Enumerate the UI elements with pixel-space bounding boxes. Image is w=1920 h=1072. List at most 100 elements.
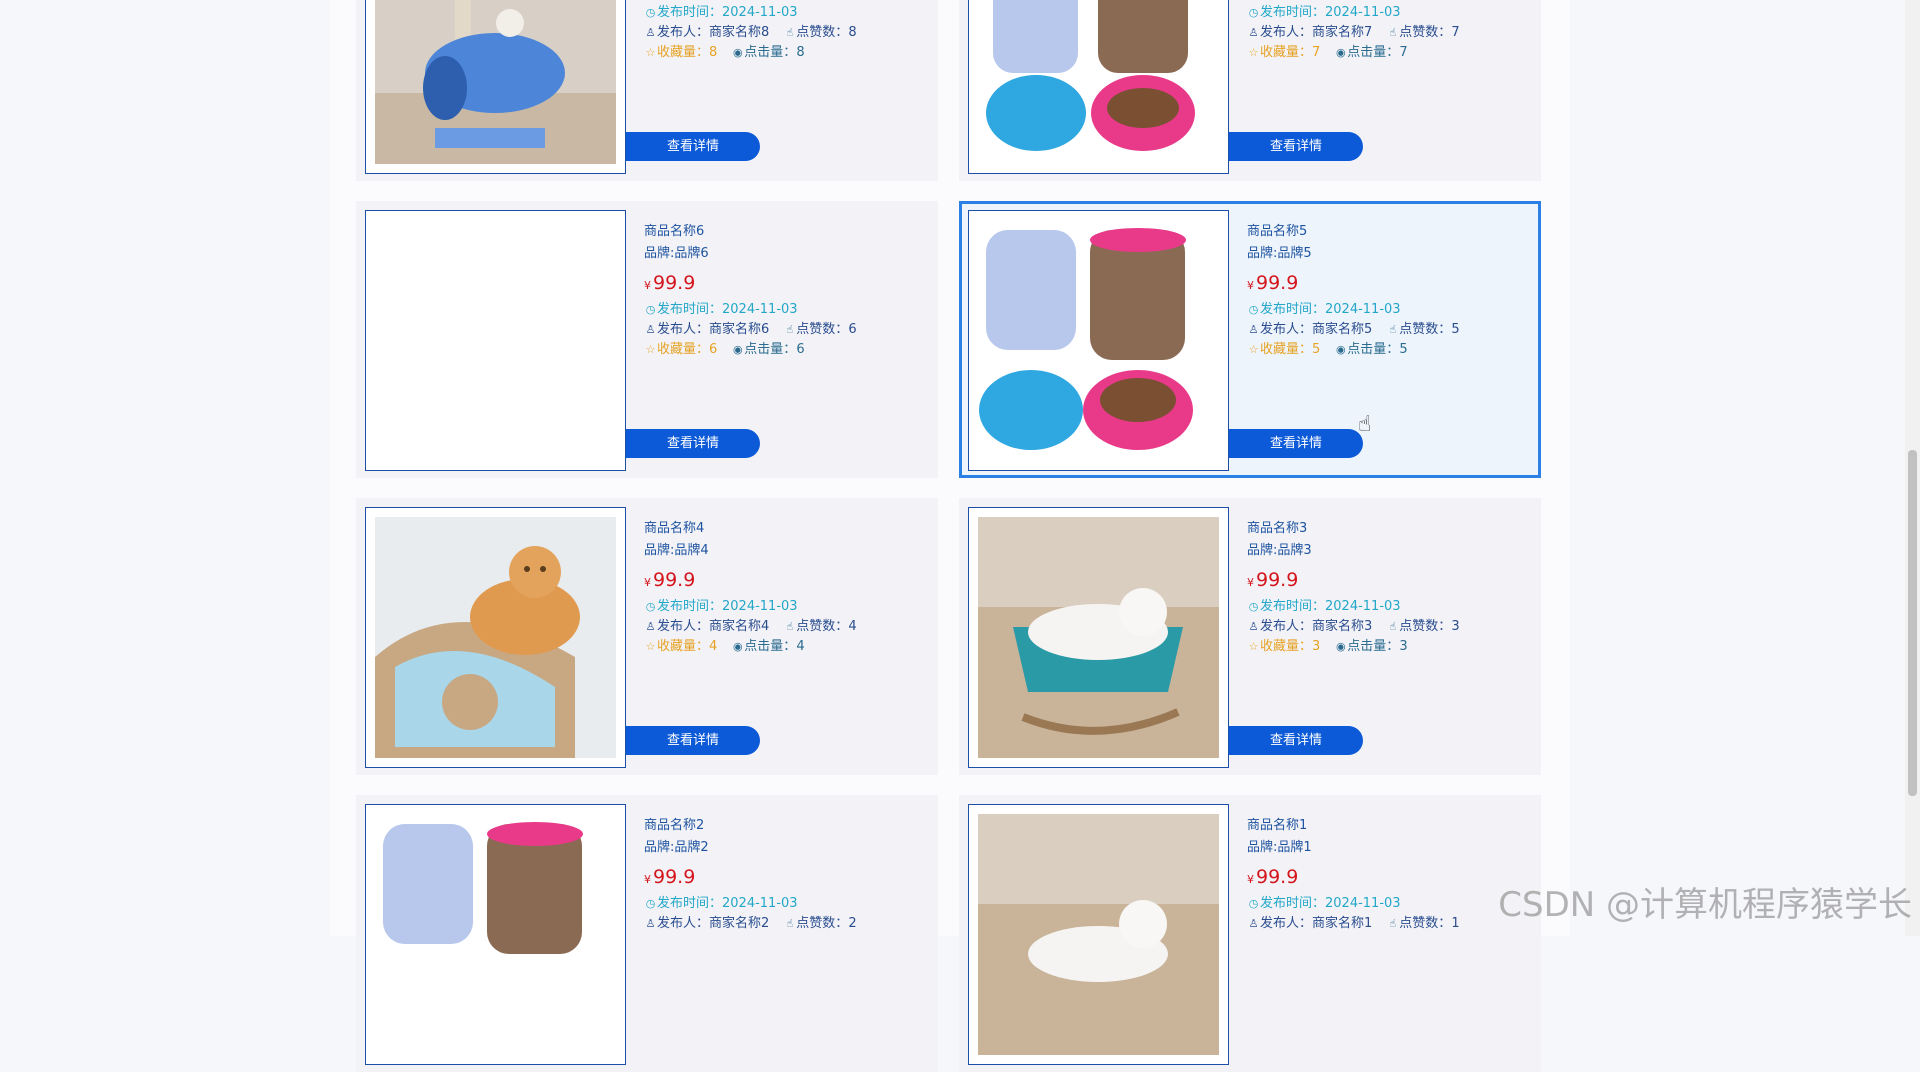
publish-time-row: ◷ 发布时间：2024-11-03 (644, 597, 934, 617)
product-card[interactable]: 商品名称1 品牌:品牌1 ¥99.9 ◷ 发布时间：2024-11-03 ♙ 发布人… (959, 795, 1541, 1072)
thumb-up-icon: ☝ (1389, 323, 1397, 336)
publisher-row: ♙ 发布人：商家名称7 ☝ 点赞数：7 (1247, 23, 1537, 43)
star-icon: ☆ (1248, 343, 1259, 356)
product-image[interactable] (968, 210, 1229, 471)
product-info: 商品名称1 品牌:品牌1 ¥99.9 ◷ 发布时间：2024-11-03 ♙ 发布人… (1247, 815, 1537, 934)
eye-icon: ◉ (732, 343, 743, 356)
view-detail-button[interactable]: 查看详情 (626, 429, 760, 458)
product-image[interactable] (968, 507, 1229, 768)
product-name[interactable]: 商品名称6 (644, 221, 934, 243)
clock-icon: ◷ (1248, 600, 1259, 613)
user-icon: ♙ (1248, 26, 1259, 39)
clock-icon: ◷ (1248, 303, 1259, 316)
product-image[interactable] (968, 804, 1229, 1065)
stats-row: ☆ 收藏量：4 ◉ 点击量：4 (644, 637, 934, 657)
product-name[interactable]: 商品名称3 (1247, 518, 1537, 540)
publish-time-row: ◷ 发布时间：2024-11-03 (1247, 300, 1537, 320)
product-name[interactable]: 商品名称4 (644, 518, 934, 540)
pet-feeder-image (978, 0, 1219, 164)
product-brand: 品牌:品牌6 (644, 246, 709, 261)
product-card[interactable]: 商品名称5 品牌:品牌5 ¥99.9 ◷ 发布时间：2024-11-03 ♙ 发布人… (959, 201, 1541, 478)
publisher-row: ♙ 发布人：商家名称3 ☝ 点赞数：3 (1247, 617, 1537, 637)
product-card[interactable]: 商品名称2 品牌:品牌2 ¥99.9 ◷ 发布时间：2024-11-03 ♙ 发布人… (356, 795, 938, 1072)
product-brand: 品牌:品牌1 (1247, 840, 1312, 855)
view-detail-button[interactable]: 查看详情 (626, 132, 760, 161)
product-info: 商品名称2 品牌:品牌2 ¥99.9 ◷ 发布时间：2024-11-03 ♙ 发布人… (644, 815, 934, 934)
publisher-row: ♙ 发布人：商家名称2 ☝ 点赞数：2 (644, 914, 934, 934)
eye-icon: ◉ (732, 640, 743, 653)
product-image[interactable] (968, 0, 1229, 174)
product-list-page: ◷ 发布时间：2024-11-03 ♙ 发布人：商家名称8 ☝ 点赞数：8 ☆ 收藏量：8… (330, 0, 1570, 1072)
product-brand: 品牌:品牌5 (1247, 246, 1312, 261)
product-card[interactable]: 商品名称3 品牌:品牌3 ¥99.9 ◷ 发布时间：2024-11-03 ♙ 发布人… (959, 498, 1541, 775)
product-info: ◷ 发布时间：2024-11-03 ♙ 发布人：商家名称8 ☝ 点赞数：8 ☆ 收藏量：8… (644, 0, 934, 63)
clock-icon: ◷ (645, 897, 656, 910)
view-detail-button[interactable]: 查看详情 (1229, 132, 1363, 161)
publish-time-row: ◷ 发布时间：2024-11-03 (1247, 597, 1537, 617)
product-image[interactable] (365, 507, 626, 768)
publish-time-row: ◷ 发布时间：2024-11-03 (1247, 894, 1537, 914)
stats-row: ☆ 收藏量：8 ◉ 点击量：8 (644, 43, 934, 63)
thumb-up-icon: ☝ (786, 323, 794, 336)
stats-row: ☆ 收藏量：6 ◉ 点击量：6 (644, 340, 934, 360)
star-icon: ☆ (645, 46, 656, 59)
product-card[interactable]: ◷ 发布时间：2024-11-03 ♙ 发布人：商家名称7 ☝ 点赞数：7 ☆ 收藏量：7… (959, 0, 1541, 181)
blank-image (375, 220, 616, 461)
user-icon: ♙ (645, 26, 656, 39)
product-brand: 品牌:品牌2 (644, 840, 709, 855)
product-brand: 品牌:品牌3 (1247, 543, 1312, 558)
clock-icon: ◷ (1248, 897, 1259, 910)
cat-hammock-image (978, 517, 1219, 758)
product-card[interactable]: ◷ 发布时间：2024-11-03 ♙ 发布人：商家名称8 ☝ 点赞数：8 ☆ 收藏量：8… (356, 0, 938, 181)
vertical-scrollbar[interactable] (1905, 0, 1920, 936)
star-icon: ☆ (645, 640, 656, 653)
product-image[interactable] (365, 210, 626, 471)
eye-icon: ◉ (1335, 46, 1346, 59)
publish-time-row: ◷ 发布时间：2024-11-03 (1247, 3, 1537, 23)
thumb-up-icon: ☝ (1389, 620, 1397, 633)
thumb-up-icon: ☝ (1389, 26, 1397, 39)
publisher-row: ♙ 发布人：商家名称6 ☝ 点赞数：6 (644, 320, 934, 340)
thumb-up-icon: ☝ (786, 620, 794, 633)
product-name[interactable]: 商品名称5 (1247, 221, 1537, 243)
user-icon: ♙ (645, 917, 656, 930)
clock-icon: ◷ (645, 303, 656, 316)
view-detail-button[interactable]: 查看详情 (1229, 429, 1363, 458)
stats-row: ☆ 收藏量：7 ◉ 点击量：7 (1247, 43, 1537, 63)
hand-cursor-icon: ☝ (1358, 412, 1372, 437)
product-card[interactable]: 商品名称4 品牌:品牌4 ¥99.9 ◷ 发布时间：2024-11-03 ♙ 发布人… (356, 498, 938, 775)
product-brand: 品牌:品牌4 (644, 543, 709, 558)
star-icon: ☆ (645, 343, 656, 356)
product-price: ¥99.9 (1247, 272, 1299, 294)
product-price: ¥99.9 (644, 569, 696, 591)
clock-icon: ◷ (645, 600, 656, 613)
publisher-row: ♙ 发布人：商家名称1 ☝ 点赞数：1 (1247, 914, 1537, 934)
scrollbar-thumb[interactable] (1908, 450, 1917, 796)
view-detail-button[interactable]: 查看详情 (1229, 726, 1363, 755)
publish-time-row: ◷ 发布时间：2024-11-03 (644, 894, 934, 914)
clock-icon: ◷ (1248, 6, 1259, 19)
watermark: CSDN @计算机程序猿学长 (1498, 885, 1912, 925)
user-icon: ♙ (1248, 917, 1259, 930)
star-icon: ☆ (1248, 640, 1259, 653)
eye-icon: ◉ (1335, 640, 1346, 653)
publish-time-row: ◷ 发布时间：2024-11-03 (644, 3, 934, 23)
user-icon: ♙ (645, 323, 656, 336)
product-price: ¥99.9 (1247, 866, 1299, 888)
product-card[interactable]: 商品名称6 品牌:品牌6 ¥99.9 ◷ 发布时间：2024-11-03 ♙ 发布人… (356, 201, 938, 478)
eye-icon: ◉ (732, 46, 743, 59)
thumb-up-icon: ☝ (1389, 917, 1397, 930)
product-name[interactable]: 商品名称1 (1247, 815, 1537, 837)
product-image[interactable] (365, 804, 626, 1065)
product-info: 商品名称6 品牌:品牌6 ¥99.9 ◷ 发布时间：2024-11-03 ♙ 发布人… (644, 221, 934, 360)
product-price: ¥99.9 (644, 272, 696, 294)
product-image[interactable] (365, 0, 626, 174)
star-icon: ☆ (1248, 46, 1259, 59)
eye-icon: ◉ (1335, 343, 1346, 356)
product-price: ¥99.9 (1247, 569, 1299, 591)
product-info: 商品名称4 品牌:品牌4 ¥99.9 ◷ 发布时间：2024-11-03 ♙ 发布人… (644, 518, 934, 657)
product-name[interactable]: 商品名称2 (644, 815, 934, 837)
view-detail-button[interactable]: 查看详情 (626, 726, 760, 755)
cat-tunnel-image (375, 0, 616, 164)
publisher-row: ♙ 发布人：商家名称5 ☝ 点赞数：5 (1247, 320, 1537, 340)
